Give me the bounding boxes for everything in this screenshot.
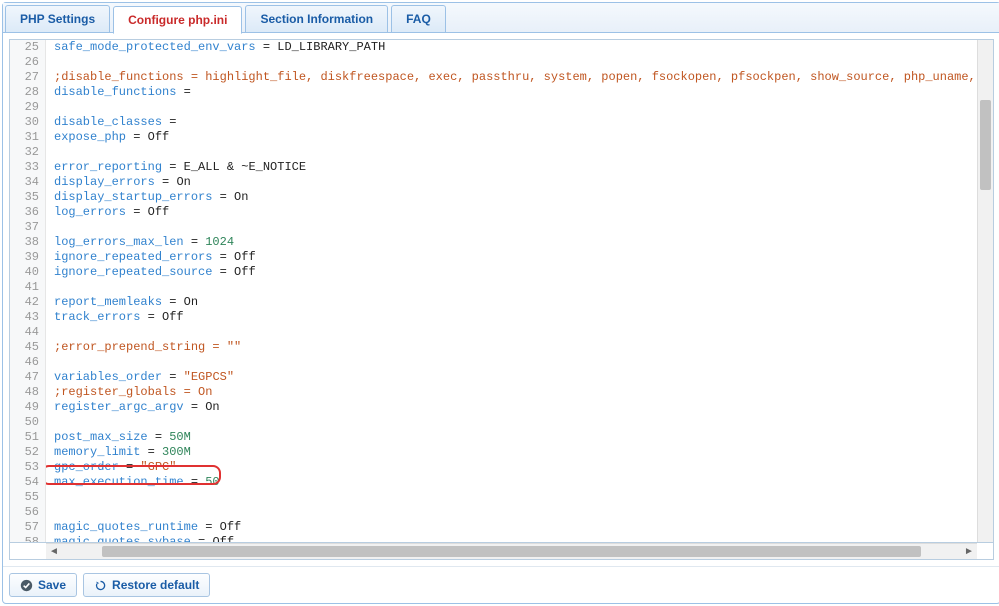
tab-php-settings[interactable]: PHP Settings <box>5 5 110 32</box>
code-line[interactable]: gpc_order = "GPC" <box>54 460 977 475</box>
line-number: 48 <box>10 385 39 400</box>
code-line[interactable] <box>54 100 977 115</box>
code-line[interactable]: log_errors_max_len = 1024 <box>54 235 977 250</box>
code-editor[interactable]: 2526272829303132333435363738394041424344… <box>9 39 994 543</box>
line-number: 38 <box>10 235 39 250</box>
line-gutter: 2526272829303132333435363738394041424344… <box>10 40 46 542</box>
code-line[interactable]: post_max_size = 50M <box>54 430 977 445</box>
line-number: 34 <box>10 175 39 190</box>
footer-bar: Save Restore default <box>3 566 999 603</box>
tab-section-information[interactable]: Section Information <box>245 5 388 32</box>
code-line[interactable]: register_argc_argv = On <box>54 400 977 415</box>
line-number: 47 <box>10 370 39 385</box>
restore-icon <box>94 579 107 592</box>
tab-bar: PHP SettingsConfigure php.iniSection Inf… <box>3 3 999 33</box>
code-line[interactable]: ignore_repeated_errors = Off <box>54 250 977 265</box>
code-line[interactable] <box>54 490 977 505</box>
code-line[interactable] <box>54 280 977 295</box>
line-number: 33 <box>10 160 39 175</box>
code-line[interactable]: variables_order = "EGPCS" <box>54 370 977 385</box>
line-number: 31 <box>10 130 39 145</box>
code-line[interactable]: display_errors = On <box>54 175 977 190</box>
line-number: 50 <box>10 415 39 430</box>
code-line[interactable]: disable_functions = <box>54 85 977 100</box>
line-number: 57 <box>10 520 39 535</box>
code-line[interactable] <box>54 145 977 160</box>
line-number: 30 <box>10 115 39 130</box>
code-line[interactable]: track_errors = Off <box>54 310 977 325</box>
code-line[interactable]: report_memleaks = On <box>54 295 977 310</box>
line-number: 39 <box>10 250 39 265</box>
line-number: 45 <box>10 340 39 355</box>
code-line[interactable]: error_reporting = E_ALL & ~E_NOTICE <box>54 160 977 175</box>
code-line[interactable]: expose_php = Off <box>54 130 977 145</box>
tab-configure-php-ini[interactable]: Configure php.ini <box>113 6 242 34</box>
line-number: 52 <box>10 445 39 460</box>
line-number: 43 <box>10 310 39 325</box>
code-line[interactable]: ;error_prepend_string = "" <box>54 340 977 355</box>
code-line[interactable]: disable_classes = <box>54 115 977 130</box>
editor-area: 2526272829303132333435363738394041424344… <box>3 33 999 566</box>
line-number: 40 <box>10 265 39 280</box>
line-number: 58 <box>10 535 39 543</box>
line-number: 56 <box>10 505 39 520</box>
save-label: Save <box>38 578 66 592</box>
vertical-scroll-thumb[interactable] <box>980 100 991 190</box>
line-number: 26 <box>10 55 39 70</box>
line-number: 41 <box>10 280 39 295</box>
code-line[interactable] <box>54 325 977 340</box>
line-number: 49 <box>10 400 39 415</box>
code-line[interactable]: max_execution_time = 50 <box>54 475 977 490</box>
line-number: 25 <box>10 40 39 55</box>
line-number: 29 <box>10 100 39 115</box>
code-line[interactable] <box>54 505 977 520</box>
line-number: 36 <box>10 205 39 220</box>
code-line[interactable]: display_startup_errors = On <box>54 190 977 205</box>
code-line[interactable]: ;register_globals = On <box>54 385 977 400</box>
code-line[interactable]: magic_quotes_sybase = Off <box>54 535 977 542</box>
panel: PHP SettingsConfigure php.iniSection Inf… <box>2 2 999 604</box>
horizontal-scroll-thumb[interactable] <box>102 546 921 557</box>
line-number: 35 <box>10 190 39 205</box>
tab-faq[interactable]: FAQ <box>391 5 446 32</box>
restore-label: Restore default <box>112 578 199 592</box>
code-content[interactable]: safe_mode_protected_env_vars = LD_LIBRAR… <box>46 40 977 542</box>
line-number: 32 <box>10 145 39 160</box>
line-number: 46 <box>10 355 39 370</box>
save-button[interactable]: Save <box>9 573 77 597</box>
code-line[interactable]: magic_quotes_runtime = Off <box>54 520 977 535</box>
horizontal-scrollbar[interactable]: ◄ ► <box>46 543 977 559</box>
scroll-left-arrow[interactable]: ◄ <box>46 544 62 559</box>
restore-button[interactable]: Restore default <box>83 573 210 597</box>
line-number: 28 <box>10 85 39 100</box>
line-number: 37 <box>10 220 39 235</box>
line-number: 54 <box>10 475 39 490</box>
line-number: 27 <box>10 70 39 85</box>
code-line[interactable]: ignore_repeated_source = Off <box>54 265 977 280</box>
code-line[interactable] <box>54 355 977 370</box>
code-line[interactable] <box>54 220 977 235</box>
code-line[interactable]: memory_limit = 300M <box>54 445 977 460</box>
line-number: 42 <box>10 295 39 310</box>
check-icon <box>20 579 33 592</box>
code-line[interactable]: safe_mode_protected_env_vars = LD_LIBRAR… <box>54 40 977 55</box>
code-line[interactable]: log_errors = Off <box>54 205 977 220</box>
line-number: 53 <box>10 460 39 475</box>
line-number: 55 <box>10 490 39 505</box>
code-line[interactable] <box>54 415 977 430</box>
line-number: 51 <box>10 430 39 445</box>
code-line[interactable] <box>54 55 977 70</box>
vertical-scrollbar[interactable] <box>977 40 993 542</box>
scroll-right-arrow[interactable]: ► <box>961 544 977 559</box>
line-number: 44 <box>10 325 39 340</box>
code-line[interactable]: ;disable_functions = highlight_file, dis… <box>54 70 977 85</box>
